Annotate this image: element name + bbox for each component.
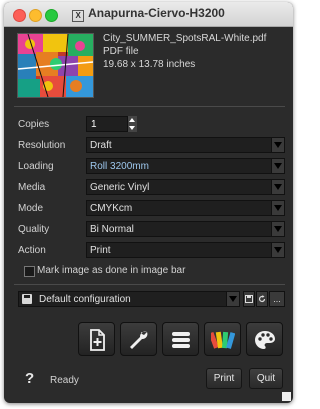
app-x-icon: X bbox=[72, 10, 85, 22]
mark-image-checkbox[interactable] bbox=[24, 266, 35, 277]
mark-image-label: Mark image as done in image bar bbox=[37, 265, 186, 276]
media-select[interactable]: Generic Vinyl bbox=[86, 179, 285, 195]
media-value: Generic Vinyl bbox=[90, 182, 150, 193]
resolution-label: Resolution bbox=[18, 140, 66, 151]
configuration-row: Default configuration ... bbox=[18, 291, 286, 307]
chevron-down-icon[interactable] bbox=[271, 201, 284, 215]
help-icon[interactable]: ? bbox=[25, 370, 34, 387]
stepper-down-icon[interactable] bbox=[129, 126, 135, 130]
copies-stepper[interactable] bbox=[127, 116, 137, 132]
file-name: City_SUMMER_SpotsRAL-White.pdf bbox=[103, 33, 267, 44]
action-select[interactable]: Print bbox=[86, 242, 285, 258]
copies-label: Copies bbox=[18, 119, 50, 130]
divider bbox=[14, 106, 285, 107]
floppy-icon bbox=[22, 294, 32, 304]
loading-row: Loading Roll 3200mm bbox=[18, 158, 286, 176]
save-config-button[interactable] bbox=[243, 291, 255, 307]
mode-label: Mode bbox=[18, 203, 44, 214]
chevron-down-icon[interactable] bbox=[271, 180, 284, 194]
action-label: Action bbox=[18, 245, 46, 256]
loading-label: Loading bbox=[18, 161, 54, 172]
save-icon bbox=[245, 295, 253, 303]
more-config-button[interactable]: ... bbox=[269, 291, 285, 307]
palette-button[interactable] bbox=[246, 322, 283, 356]
chevron-down-icon[interactable] bbox=[271, 222, 284, 236]
divider bbox=[14, 284, 285, 285]
list-icon bbox=[172, 332, 190, 348]
refresh-icon bbox=[258, 295, 266, 303]
copies-value: 1 bbox=[91, 119, 97, 130]
configuration-value: Default configuration bbox=[39, 294, 131, 305]
file-type: PDF file bbox=[103, 46, 139, 57]
action-value: Print bbox=[90, 245, 111, 256]
quality-label: Quality bbox=[18, 224, 50, 235]
action-row: Action Print bbox=[18, 242, 286, 260]
quality-row: Quality Bi Normal bbox=[18, 221, 286, 239]
status-text: Ready bbox=[50, 375, 79, 386]
resolution-select[interactable]: Draft bbox=[86, 137, 285, 153]
loading-select[interactable]: Roll 3200mm bbox=[86, 158, 285, 174]
palette-icon bbox=[255, 331, 275, 349]
add-page-button[interactable] bbox=[78, 322, 115, 356]
color-swatch-button[interactable] bbox=[204, 322, 241, 356]
wrench-icon bbox=[130, 331, 148, 349]
mode-select[interactable]: CMYKcm bbox=[86, 200, 285, 216]
swatch-fan-icon bbox=[211, 331, 235, 349]
file-dimensions: 19.68 x 13.78 inches bbox=[103, 59, 196, 70]
add-page-icon bbox=[90, 329, 105, 351]
mode-row: Mode CMYKcm bbox=[18, 200, 286, 218]
window-title-text: Anapurna-Ciervo-H3200 bbox=[88, 6, 225, 20]
print-button[interactable]: Print bbox=[206, 368, 242, 389]
queue-list-button[interactable] bbox=[162, 322, 199, 356]
mode-value: CMYKcm bbox=[90, 203, 133, 214]
media-row: Media Generic Vinyl bbox=[18, 179, 286, 197]
title-bar: X Anapurna-Ciervo-H3200 bbox=[4, 2, 293, 27]
quality-value: Bi Normal bbox=[90, 224, 134, 235]
quit-button[interactable]: Quit bbox=[249, 368, 283, 389]
configuration-select[interactable]: Default configuration bbox=[18, 291, 240, 307]
resolution-value: Draft bbox=[90, 140, 112, 151]
chevron-down-icon[interactable] bbox=[271, 159, 284, 173]
copies-row: Copies 1 bbox=[18, 116, 286, 134]
loading-value: Roll 3200mm bbox=[90, 161, 149, 172]
app-window: X Anapurna-Ciervo-H3200 City_SUMMER_Spot… bbox=[4, 2, 293, 403]
chevron-down-icon[interactable] bbox=[271, 243, 284, 257]
media-label: Media bbox=[18, 182, 46, 193]
stepper-up-icon[interactable] bbox=[129, 118, 135, 122]
file-info-panel: City_SUMMER_SpotsRAL-White.pdf PDF file … bbox=[14, 31, 284, 101]
resize-grip-icon[interactable] bbox=[282, 392, 291, 401]
chevron-down-icon[interactable] bbox=[226, 292, 239, 306]
file-thumbnail[interactable] bbox=[17, 33, 94, 98]
settings-wrench-button[interactable] bbox=[120, 322, 157, 356]
chevron-down-icon[interactable] bbox=[271, 138, 284, 152]
reload-config-button[interactable] bbox=[256, 291, 268, 307]
resolution-row: Resolution Draft bbox=[18, 137, 286, 155]
window-title: X Anapurna-Ciervo-H3200 bbox=[4, 6, 293, 22]
quality-select[interactable]: Bi Normal bbox=[86, 221, 285, 237]
